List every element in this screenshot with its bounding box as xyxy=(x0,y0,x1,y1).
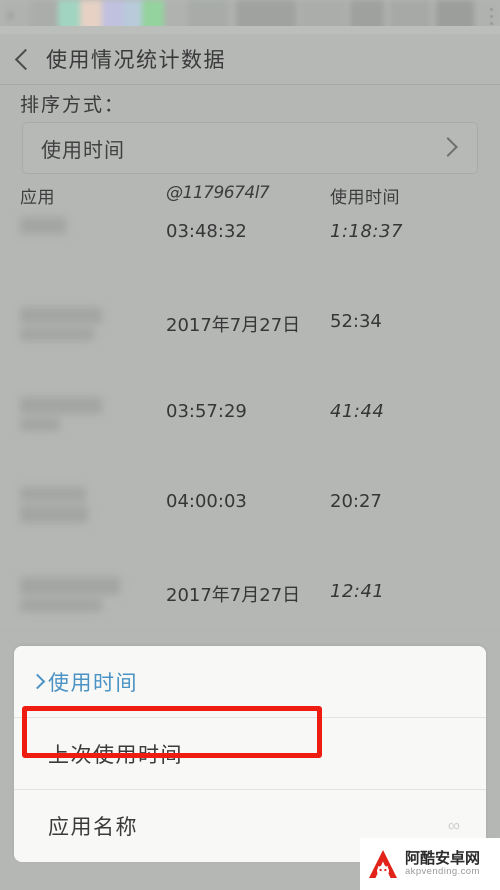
sort-options-sheet: 使用时间上次使用时间 应用名称 ∞ xyxy=(14,646,486,862)
cell-usage-time: 41:44 xyxy=(330,401,385,422)
app-name-redacted xyxy=(20,307,102,345)
sort-by-select[interactable]: 使用时间 xyxy=(22,122,478,174)
app-name-redacted xyxy=(20,577,120,616)
cell-last-used: 04:00:03 xyxy=(166,491,247,512)
watermark-url: akpvending.com xyxy=(405,865,480,877)
sort-option-label: 应用名称 xyxy=(48,815,138,839)
status-bar-overflow-icon xyxy=(490,8,493,26)
sort-by-selected-value: 使用时间 xyxy=(41,137,125,162)
phone-screen: 使用情况统计数据 排序方式： 使用时间 应用 @1179674l7 使用时间 0… xyxy=(0,0,500,890)
cell-last-used: 2017年7月27日 xyxy=(166,585,301,606)
faint-mark: ∞ xyxy=(447,816,460,835)
table-row[interactable]: 03:48:32 1:18:37 xyxy=(0,205,500,295)
cell-usage-time: 20:27 xyxy=(330,491,382,512)
app-name-redacted xyxy=(20,217,66,238)
cell-last-used: 03:57:29 xyxy=(166,401,247,422)
table-row[interactable]: 2017年7月27日 52:34 xyxy=(0,295,500,385)
watermark: 阿酷安卓网 akpvending.com xyxy=(360,838,500,890)
back-button[interactable] xyxy=(0,34,46,84)
table-header-row: 应用 @1179674l7 使用时间 xyxy=(0,183,500,208)
app-name-redacted xyxy=(20,397,102,435)
cell-usage-time: 1:18:37 xyxy=(330,221,403,242)
table-row[interactable]: 03:57:29 41:44 xyxy=(0,385,500,475)
watermark-site-name: 阿酷安卓网 xyxy=(405,849,481,868)
usage-stats-table: 应用 @1179674l7 使用时间 03:48:32 1:18:37 2017年7… xyxy=(0,183,500,655)
sort-option-0[interactable]: 使用时间 xyxy=(14,646,486,718)
page-title: 使用情况统计数据 xyxy=(46,48,226,72)
cell-last-used: 03:48:32 xyxy=(166,221,247,242)
app-name-redacted xyxy=(20,487,88,527)
table-row[interactable]: 04:00:03 20:27 xyxy=(0,475,500,565)
cell-usage-time: 12:41 xyxy=(330,581,385,602)
content-area: 排序方式： 使用时间 应用 @1179674l7 使用时间 03:48:32 1:… xyxy=(0,85,500,630)
sort-option-1[interactable]: 上次使用时间 xyxy=(14,718,486,790)
chevron-right-icon xyxy=(438,137,458,157)
status-bar-dot xyxy=(8,13,13,18)
watermark-text: 阿酷安卓网 akpvending.com xyxy=(405,849,481,877)
cell-last-used: 2017年7月27日 xyxy=(166,315,301,336)
sort-by-label: 排序方式： xyxy=(20,94,126,116)
sort-option-label: 使用时间 xyxy=(48,670,138,695)
chevron-right-icon xyxy=(29,673,46,690)
cell-usage-time: 52:34 xyxy=(330,311,382,332)
sort-option-label: 上次使用时间 xyxy=(48,742,183,767)
chevron-left-icon xyxy=(14,48,36,70)
column-header-last-used: @1179674l7 xyxy=(166,183,270,203)
navigation-bar: 使用情况统计数据 xyxy=(0,34,500,85)
site-logo-icon xyxy=(366,847,400,881)
